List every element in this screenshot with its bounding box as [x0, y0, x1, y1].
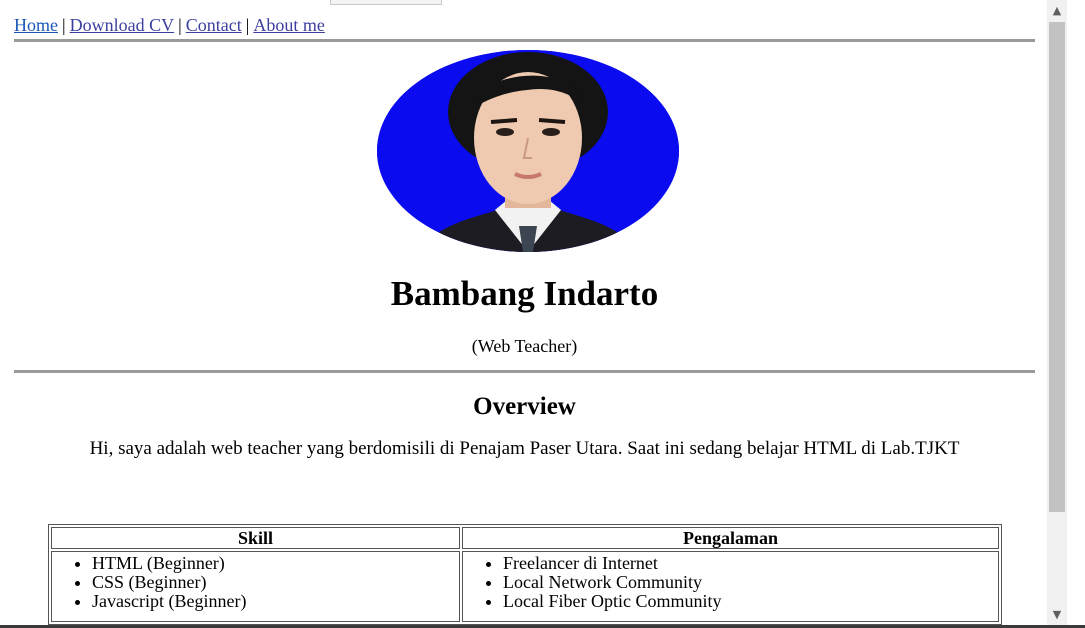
skills-experience-table: Skill Pengalaman HTML (Beginner) CSS (Be…: [48, 524, 1002, 625]
chevron-down-icon[interactable]: ▼: [1047, 606, 1067, 624]
list-item: Local Fiber Optic Community: [503, 592, 996, 611]
experience-list: Freelancer di Internet Local Network Com…: [465, 554, 996, 611]
nav-separator: |: [62, 15, 66, 35]
overview-heading: Overview: [473, 393, 576, 420]
list-item: Local Network Community: [503, 573, 996, 592]
profile-photo-image: [377, 50, 679, 252]
table-header-pengalaman: Pengalaman: [462, 527, 999, 549]
table-header-row: Skill Pengalaman: [51, 527, 999, 549]
profile-role: (Web Teacher): [471, 336, 578, 356]
overview-text: Hi, saya adalah web teacher yang berdomi…: [89, 438, 960, 459]
page-content: Home|Download CV|Contact|About me: [14, 0, 1035, 628]
chevron-up-icon[interactable]: ▲: [1047, 2, 1067, 20]
nav-link-contact[interactable]: Contact: [186, 15, 242, 35]
section-divider: [14, 370, 1035, 373]
profile-photo: [377, 50, 679, 252]
skill-cell: HTML (Beginner) CSS (Beginner) Javascrip…: [51, 551, 460, 622]
experience-cell: Freelancer di Internet Local Network Com…: [462, 551, 999, 622]
nav-link-home[interactable]: Home: [14, 15, 58, 35]
nav-link-about-me[interactable]: About me: [253, 15, 325, 35]
list-item: HTML (Beginner): [92, 554, 457, 573]
table-row: HTML (Beginner) CSS (Beginner) Javascrip…: [51, 551, 999, 622]
table-header-skill: Skill: [51, 527, 460, 549]
list-item: Freelancer di Internet: [503, 554, 996, 573]
vertical-scrollbar[interactable]: ▲ ▼: [1047, 0, 1067, 628]
list-item: CSS (Beginner): [92, 573, 457, 592]
nav-separator: |: [245, 15, 250, 35]
profile-name: Bambang Indarto: [390, 274, 659, 313]
nav-divider: [14, 39, 1035, 42]
skill-list: HTML (Beginner) CSS (Beginner) Javascrip…: [54, 554, 457, 611]
scrollbar-thumb[interactable]: [1049, 22, 1065, 512]
list-item: Javascript (Beginner): [92, 592, 457, 611]
nav-separator: |: [178, 15, 182, 35]
top-nav: Home | Download CV | Contact | About me: [14, 14, 325, 36]
nav-link-download-cv[interactable]: Download CV: [70, 15, 175, 35]
